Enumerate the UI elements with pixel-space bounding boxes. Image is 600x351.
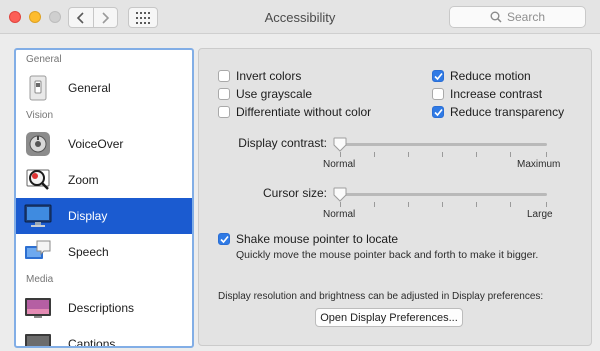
slider-tick xyxy=(510,152,511,157)
slider-tick xyxy=(442,202,443,207)
checkbox-box[interactable] xyxy=(218,70,230,82)
search-input[interactable]: Search xyxy=(449,6,586,28)
slider-tick xyxy=(374,202,375,207)
descriptions-icon xyxy=(24,294,52,322)
sidebar-item-descriptions[interactable]: Descriptions xyxy=(16,290,192,326)
checkbox-box[interactable] xyxy=(218,88,230,100)
section-header-vision: Vision xyxy=(26,110,54,121)
speech-icon xyxy=(24,238,52,266)
sidebar-item-label: Descriptions xyxy=(68,301,135,315)
shake-description: Quickly move the mouse pointer back and … xyxy=(236,249,539,261)
slider-tick xyxy=(546,202,547,207)
reduce-transparency-checkbox[interactable]: Reduce transparency xyxy=(432,105,564,119)
slider-tick xyxy=(374,152,375,157)
slider-ticks xyxy=(340,202,547,207)
use-grayscale-label: Use grayscale xyxy=(236,87,313,101)
sidebar-item-voiceover[interactable]: VoiceOver xyxy=(16,126,192,162)
slider-tick xyxy=(408,152,409,157)
display-contrast-label: Display contrast: xyxy=(238,136,327,150)
cursor-size-min-label: Normal xyxy=(323,209,356,220)
sidebar-item-label: VoiceOver xyxy=(68,137,124,151)
cursor-size-label: Cursor size: xyxy=(262,186,327,200)
search-placeholder: Search xyxy=(506,10,546,24)
display-icon xyxy=(24,202,52,230)
display-preferences-note: Display resolution and brightness can be… xyxy=(218,291,544,302)
slider-tick xyxy=(476,152,477,157)
sidebar-item-label: General xyxy=(68,81,111,95)
shake-to-locate-checkbox[interactable]: Shake mouse pointer to locate xyxy=(218,232,398,246)
voiceover-icon xyxy=(24,130,52,158)
captions-icon xyxy=(24,330,52,346)
search-icon xyxy=(490,11,502,23)
slider-tick xyxy=(476,202,477,207)
differentiate-without-color-label: Differentiate without color xyxy=(236,105,372,119)
slider-ticks xyxy=(340,152,547,157)
checkbox-box[interactable] xyxy=(218,233,230,245)
sidebar-item-display[interactable]: Display xyxy=(16,198,192,234)
sidebar[interactable]: General General Vision VoiceOver Zoom Di… xyxy=(14,48,194,348)
checkbox-box[interactable] xyxy=(432,70,444,82)
slider-track[interactable] xyxy=(340,143,547,146)
open-display-preferences-button[interactable]: Open Display Preferences... xyxy=(315,308,463,327)
slider-tick xyxy=(510,202,511,207)
sidebar-item-speech[interactable]: Speech xyxy=(16,234,192,270)
invert-colors-checkbox[interactable]: Invert colors xyxy=(218,69,301,83)
zoom-icon xyxy=(24,166,52,194)
slider-tick xyxy=(442,152,443,157)
sidebar-item-general[interactable]: General xyxy=(16,70,192,106)
increase-contrast-checkbox[interactable]: Increase contrast xyxy=(432,87,542,101)
section-header-media: Media xyxy=(26,274,54,285)
sidebar-item-captions[interactable]: Captions xyxy=(16,326,192,348)
slider-tick xyxy=(340,202,341,207)
slider-tick xyxy=(408,202,409,207)
display-contrast-min-label: Normal xyxy=(323,159,356,170)
reduce-transparency-label: Reduce transparency xyxy=(450,105,565,119)
reduce-motion-label: Reduce motion xyxy=(450,69,531,83)
title-bar: Accessibility Search xyxy=(0,0,600,34)
slider-tick xyxy=(340,152,341,157)
invert-colors-label: Invert colors xyxy=(236,69,302,83)
sidebar-item-label: Display xyxy=(68,209,108,223)
checkmark-icon xyxy=(219,235,229,243)
cursor-size-max-label: Large xyxy=(527,209,553,220)
section-header-general: General xyxy=(26,54,62,65)
checkmark-icon xyxy=(433,108,443,116)
sidebar-item-label: Speech xyxy=(68,245,109,259)
sidebar-item-label: Captions xyxy=(68,337,116,348)
slider-thumb[interactable] xyxy=(333,137,347,152)
checkbox-box[interactable] xyxy=(432,106,444,118)
checkbox-box[interactable] xyxy=(432,88,444,100)
display-contrast-max-label: Maximum xyxy=(517,159,561,170)
sidebar-item-zoom[interactable]: Zoom xyxy=(16,162,192,198)
differentiate-without-color-checkbox[interactable]: Differentiate without color xyxy=(218,105,371,119)
use-grayscale-checkbox[interactable]: Use grayscale xyxy=(218,87,312,101)
sidebar-item-label: Zoom xyxy=(68,173,99,187)
slider-track[interactable] xyxy=(340,193,547,196)
increase-contrast-label: Increase contrast xyxy=(450,87,543,101)
checkmark-icon xyxy=(433,72,443,80)
slider-thumb[interactable] xyxy=(333,187,347,202)
reduce-motion-checkbox[interactable]: Reduce motion xyxy=(432,69,531,83)
switch-icon xyxy=(24,74,52,102)
slider-tick xyxy=(546,152,547,157)
checkbox-box[interactable] xyxy=(218,106,230,118)
shake-to-locate-label: Shake mouse pointer to locate xyxy=(236,232,399,246)
display-settings-panel: Invert colors Use grayscale Differentiat… xyxy=(198,48,592,346)
